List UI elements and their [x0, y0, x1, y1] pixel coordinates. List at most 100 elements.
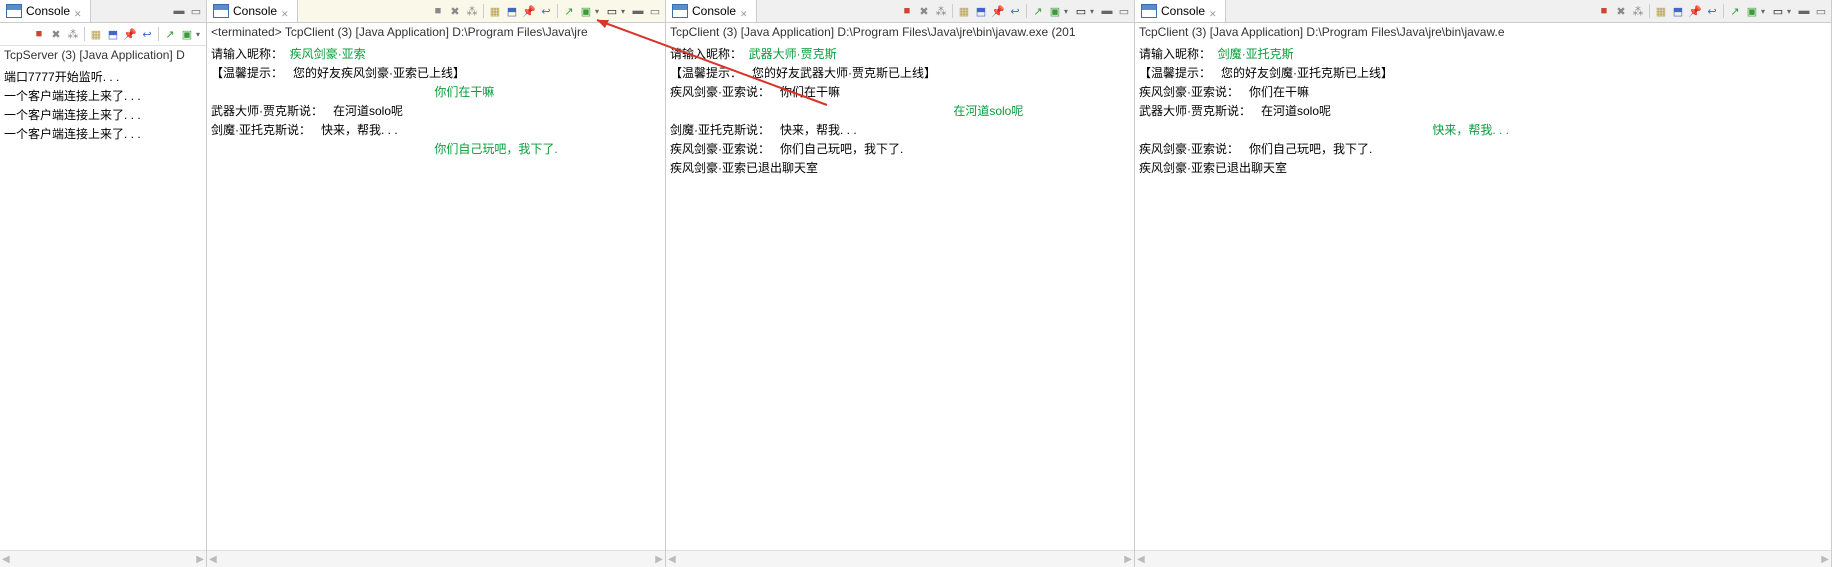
console-output[interactable]: 请输入昵称： 武器大师·贾克斯 【温馨提示： 您的好友武器大师·贾克斯已上线】 …: [666, 41, 1134, 550]
separator: [483, 4, 484, 18]
pin-console-icon[interactable]: 📌: [990, 3, 1006, 19]
output-line: 武器大师·贾克斯说： 在河道solo呢: [1139, 102, 1827, 121]
remove-launch-icon[interactable]: ✖: [1613, 3, 1629, 19]
console-tab[interactable]: Console: [207, 0, 298, 22]
console-output[interactable]: 请输入昵称： 剑魔·亚托克斯 【温馨提示： 您的好友剑魔·亚托克斯已上线】 疾风…: [1135, 41, 1831, 550]
process-description: <terminated> TcpClient (3) [Java Applica…: [207, 23, 665, 41]
tab-minmax: ▬ ▭: [169, 0, 206, 22]
dropdown-icon[interactable]: ▾: [1064, 7, 1072, 16]
dropdown-icon[interactable]: ▾: [196, 30, 204, 39]
remove-all-icon[interactable]: ⁂: [464, 3, 480, 19]
clear-icon[interactable]: ▦: [1653, 3, 1669, 19]
scroll-lock-icon[interactable]: ⬒: [1670, 3, 1686, 19]
word-wrap-icon[interactable]: ↩: [139, 26, 155, 42]
output-line: 【温馨提示： 您的好友剑魔·亚托克斯已上线】: [1139, 64, 1827, 83]
open-console-icon[interactable]: ↗: [162, 26, 178, 42]
process-description: TcpClient (3) [Java Application] D:\Prog…: [666, 23, 1134, 41]
console-tab[interactable]: Console: [1135, 0, 1226, 22]
pin-console-icon[interactable]: 📌: [122, 26, 138, 42]
horizontal-scrollbar[interactable]: ◀▶: [207, 550, 665, 567]
display-selected-icon[interactable]: ▣: [1047, 3, 1063, 19]
remove-launch-icon[interactable]: ✖: [916, 3, 932, 19]
display-selected-icon[interactable]: ▣: [1744, 3, 1760, 19]
output-line: 请输入昵称： 剑魔·亚托克斯: [1139, 45, 1827, 64]
maximize-icon[interactable]: ▭: [1116, 3, 1132, 19]
pin-icon[interactable]: [1209, 6, 1219, 16]
separator: [1723, 4, 1724, 18]
display-selected-icon[interactable]: ▣: [179, 26, 195, 42]
new-console-icon[interactable]: ▭: [604, 3, 620, 19]
dropdown-icon[interactable]: ▾: [595, 7, 603, 16]
horizontal-scrollbar[interactable]: ◀▶: [1135, 550, 1831, 567]
console-panel-4: Console ■ ✖ ⁂ ▦ ⬒ 📌 ↩ ↗ ▣ ▾ ▭ ▾ ▬ ▭ TcpC…: [1135, 0, 1832, 567]
output-line: 请输入昵称： 武器大师·贾克斯: [670, 45, 1130, 64]
pin-icon[interactable]: [281, 6, 291, 16]
horizontal-scrollbar[interactable]: ◀▶: [666, 550, 1134, 567]
console-toolbar: ■ ✖ ⁂ ▦ ⬒ 📌 ↩ ↗ ▣ ▾ ▭ ▾ ▬ ▭: [428, 0, 665, 22]
clear-icon[interactable]: ▦: [88, 26, 104, 42]
word-wrap-icon[interactable]: ↩: [538, 3, 554, 19]
remove-all-icon[interactable]: ⁂: [933, 3, 949, 19]
new-console-icon[interactable]: ▭: [1770, 3, 1786, 19]
tab-label: Console: [26, 4, 70, 18]
dropdown-icon[interactable]: ▾: [621, 7, 629, 16]
horizontal-scrollbar[interactable]: ◀▶: [0, 550, 206, 567]
terminate-icon[interactable]: ■: [31, 26, 47, 42]
console-icon: [213, 4, 229, 18]
terminate-icon[interactable]: ■: [1596, 3, 1612, 19]
terminate-icon[interactable]: ■: [430, 3, 446, 19]
separator: [952, 4, 953, 18]
dropdown-icon[interactable]: ▾: [1787, 7, 1795, 16]
word-wrap-icon[interactable]: ↩: [1704, 3, 1720, 19]
minimize-icon[interactable]: ▬: [1796, 3, 1812, 19]
open-console-icon[interactable]: ↗: [1030, 3, 1046, 19]
remove-launch-icon[interactable]: ✖: [48, 26, 64, 42]
scroll-lock-icon[interactable]: ⬒: [105, 26, 121, 42]
console-output[interactable]: 请输入昵称： 疾风剑豪·亚索 【温馨提示： 您的好友疾风剑豪·亚索已上线】 你们…: [207, 41, 665, 550]
dropdown-icon[interactable]: ▾: [1761, 7, 1769, 16]
output-line: 武器大师·贾克斯说： 在河道solo呢: [211, 102, 661, 121]
scroll-lock-icon[interactable]: ⬒: [504, 3, 520, 19]
remove-all-icon[interactable]: ⁂: [65, 26, 81, 42]
console-panel-3: Console ■ ✖ ⁂ ▦ ⬒ 📌 ↩ ↗ ▣ ▾ ▭ ▾ ▬ ▭ TcpC…: [666, 0, 1135, 567]
maximize-icon[interactable]: ▭: [1813, 3, 1829, 19]
pin-icon[interactable]: [740, 6, 750, 16]
scroll-lock-icon[interactable]: ⬒: [973, 3, 989, 19]
console-output[interactable]: 端口7777开始监听. . . 一个客户端连接上来了. . . 一个客户端连接上…: [0, 64, 206, 550]
pin-icon[interactable]: [74, 6, 84, 16]
open-console-icon[interactable]: ↗: [561, 3, 577, 19]
minimize-icon[interactable]: ▬: [1099, 3, 1115, 19]
clear-icon[interactable]: ▦: [487, 3, 503, 19]
console-tab[interactable]: Console: [666, 0, 757, 22]
terminate-icon[interactable]: ■: [899, 3, 915, 19]
output-line: 你们在干嘛: [211, 83, 661, 102]
process-description: TcpServer (3) [Java Application] D: [0, 46, 206, 64]
new-console-icon[interactable]: ▭: [1073, 3, 1089, 19]
remove-launch-icon[interactable]: ✖: [447, 3, 463, 19]
console-icon: [672, 4, 688, 18]
maximize-icon[interactable]: ▭: [647, 3, 663, 19]
output-line: 一个客户端连接上来了. . .: [4, 106, 202, 125]
separator: [84, 27, 85, 41]
maximize-icon[interactable]: ▭: [188, 3, 204, 19]
console-tab[interactable]: Console: [0, 0, 91, 22]
output-line: 疾风剑豪·亚索说： 你们自己玩吧，我下了.: [670, 140, 1130, 159]
minimize-icon[interactable]: ▬: [630, 3, 646, 19]
console-panel-1: Console ▬ ▭ ■ ✖ ⁂ ▦ ⬒ 📌 ↩ ↗ ▣ ▾ TcpServe…: [0, 0, 207, 567]
console-icon: [1141, 4, 1157, 18]
clear-icon[interactable]: ▦: [956, 3, 972, 19]
word-wrap-icon[interactable]: ↩: [1007, 3, 1023, 19]
open-console-icon[interactable]: ↗: [1727, 3, 1743, 19]
pin-console-icon[interactable]: 📌: [1687, 3, 1703, 19]
dropdown-icon[interactable]: ▾: [1090, 7, 1098, 16]
output-line: 端口7777开始监听. . .: [4, 68, 202, 87]
output-line: 疾风剑豪·亚索说： 你们自己玩吧，我下了.: [1139, 140, 1827, 159]
output-line: 请输入昵称： 疾风剑豪·亚索: [211, 45, 661, 64]
remove-all-icon[interactable]: ⁂: [1630, 3, 1646, 19]
display-selected-icon[interactable]: ▣: [578, 3, 594, 19]
pin-console-icon[interactable]: 📌: [521, 3, 537, 19]
minimize-icon[interactable]: ▬: [171, 3, 187, 19]
output-line: 疾风剑豪·亚索已退出聊天室: [1139, 159, 1827, 178]
output-line: 你们自己玩吧，我下了.: [211, 140, 661, 159]
console-icon: [6, 4, 22, 18]
